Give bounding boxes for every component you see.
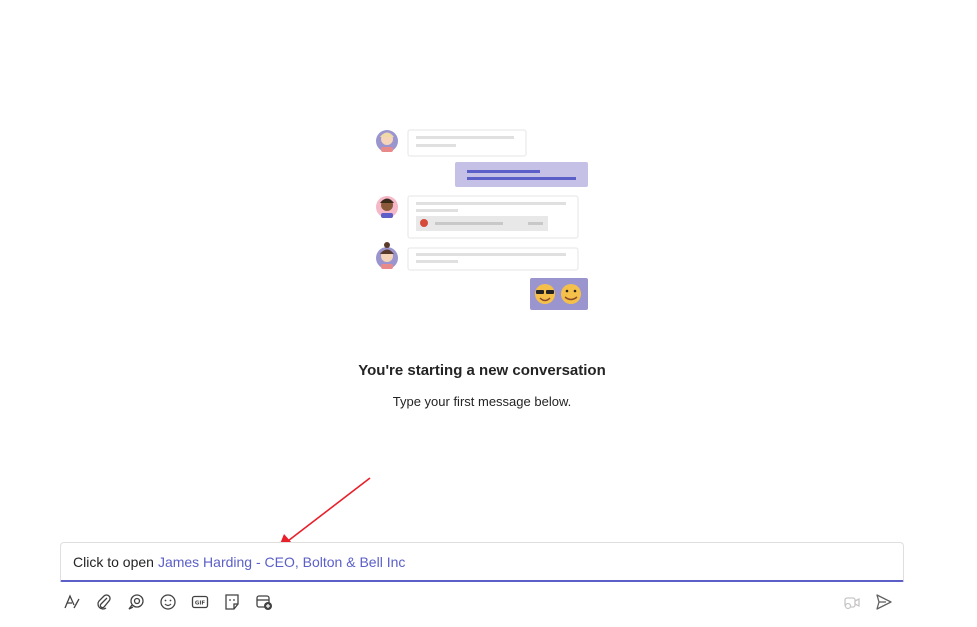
svg-text:GIF: GIF xyxy=(195,601,206,607)
chat-conversation-illustration xyxy=(376,129,588,310)
empty-state-subtitle: Type your first message below. xyxy=(392,394,572,409)
loop-icon[interactable] xyxy=(124,590,148,614)
chat-page: You're starting a new conversation Type … xyxy=(0,0,977,627)
compose-toolbar: GIF xyxy=(60,590,904,614)
video-clip-icon[interactable] xyxy=(840,590,864,614)
compose-box[interactable]: Click to open James Harding - CEO, Bolto… xyxy=(60,542,904,582)
contact-link[interactable]: James Harding - CEO, Bolton & Bell Inc xyxy=(158,554,405,570)
emoji-icon[interactable] xyxy=(156,590,180,614)
send-icon[interactable] xyxy=(872,590,896,614)
gif-icon[interactable]: GIF xyxy=(188,590,212,614)
attach-icon[interactable] xyxy=(92,590,116,614)
empty-state-title: You're starting a new conversation xyxy=(358,362,606,379)
compose-prefix: Click to open xyxy=(73,553,154,570)
schedule-meeting-icon[interactable] xyxy=(252,590,276,614)
sticker-icon[interactable] xyxy=(220,590,244,614)
format-icon[interactable] xyxy=(60,590,84,614)
